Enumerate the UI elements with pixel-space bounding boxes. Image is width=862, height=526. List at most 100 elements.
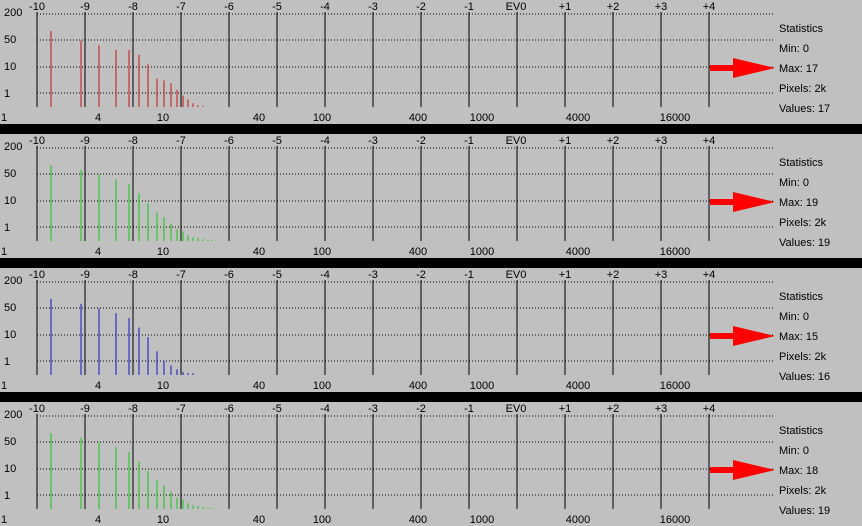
- ev-tick-label: +2: [607, 135, 620, 147]
- ev-tick-label: -8: [128, 135, 138, 147]
- x-tick-label: 40: [253, 246, 265, 258]
- ev-tick-label: -6: [224, 1, 234, 13]
- histogram-chart-green: -10 -9 -8 -7 -6 -5 -4 -3 -2 -1 EV0 +1 +2 +3 +4 200 50 10 1…: [1, 135, 775, 258]
- y-tick-label: 200: [4, 275, 22, 287]
- x-tick-label: 40: [253, 112, 265, 124]
- x-tick-label: 4: [95, 112, 101, 124]
- ev-tick-label: -8: [128, 269, 138, 281]
- y-tick-label: 1: [4, 88, 10, 100]
- statistics-box: Statistics Min: 0 Max: 15 Pixels: 2k Values:…: [779, 268, 862, 392]
- ev-tick-label: -5: [272, 1, 282, 13]
- x-tick-label: 1: [1, 380, 7, 392]
- right-arrow-icon: [710, 460, 775, 480]
- ev-tick-label: +4: [703, 1, 716, 13]
- histogram-panel-green: -10 -9 -8 -7 -6 -5 -4 -3 -2 -1 EV0 +1 +2 +3 +4 200 50 10 1…: [0, 134, 862, 258]
- ev-tick-label: +2: [607, 269, 620, 281]
- ev-tick-label: +3: [655, 1, 668, 13]
- x-tick-label: 10: [157, 514, 169, 526]
- x-tick-label: 4000: [566, 246, 590, 258]
- ev-tick-label: -4: [320, 135, 330, 147]
- ev-tick-label: -6: [224, 135, 234, 147]
- ev-tick-label: -3: [368, 403, 378, 415]
- ev-tick-label: -10: [29, 135, 45, 147]
- ev-tick-label: +3: [655, 269, 668, 281]
- ev-tick-label: -9: [80, 269, 90, 281]
- y-tick-label: 50: [4, 168, 16, 180]
- x-tick-label: 10: [157, 246, 169, 258]
- statistics-title: Statistics: [779, 157, 824, 169]
- statistics-title: Statistics: [779, 291, 824, 303]
- x-tick-label: 10: [157, 380, 169, 392]
- y-tick-label: 1: [4, 356, 10, 368]
- ev-tick-label: -4: [320, 1, 330, 13]
- ev-tick-label: -6: [224, 269, 234, 281]
- stat-max: Max: 18: [779, 465, 819, 477]
- stat-min: Min: 0: [779, 177, 809, 189]
- stat-values: Values: 16: [779, 371, 831, 383]
- x-tick-label: 10: [157, 112, 169, 124]
- ev-tick-label: -5: [272, 269, 282, 281]
- x-tick-label: 1: [1, 246, 7, 258]
- ev-tick-label: EV0: [506, 403, 527, 415]
- ev-tick-label: -2: [416, 269, 426, 281]
- stat-max: Max: 17: [779, 63, 819, 75]
- y-tick-label: 50: [4, 302, 16, 314]
- x-tick-label: 4000: [566, 112, 590, 124]
- x-tick-label: 100: [313, 514, 331, 526]
- x-tick-label: 1000: [470, 112, 494, 124]
- stat-min: Min: 0: [779, 311, 809, 323]
- ev-tick-label: +1: [559, 135, 572, 147]
- histogram-chart-luminance: -10 -9 -8 -7 -6 -5 -4 -3 -2 -1 EV0 +1 +2 +3 +4 200 50 10 1…: [1, 403, 775, 526]
- histogram-chart-red: -10 -9 -8 -7 -6 -5 -4 -3 -2 -1 EV0 +1 +2 +3 +4 200 50 10 1…: [1, 1, 775, 124]
- ev-tick-label: EV0: [506, 1, 527, 13]
- x-tick-label: 16000: [660, 380, 691, 392]
- statistics-box: Statistics Min: 0 Max: 18 Pixels: 2k Values:…: [779, 402, 862, 526]
- y-tick-label: 200: [4, 7, 22, 19]
- ev-tick-label: +1: [559, 269, 572, 281]
- y-tick-label: 200: [4, 409, 22, 421]
- ev-tick-label: +4: [703, 403, 716, 415]
- x-tick-label: 100: [313, 112, 331, 124]
- ev-tick-label: EV0: [506, 135, 527, 147]
- x-tick-label: 40: [253, 380, 265, 392]
- ev-tick-label: -1: [464, 1, 474, 13]
- ev-tick-label: +2: [607, 403, 620, 415]
- stat-values: Values: 17: [779, 103, 831, 115]
- y-tick-label: 10: [4, 195, 16, 207]
- ev-tick-label: +2: [607, 1, 620, 13]
- stat-pixels: Pixels: 2k: [779, 485, 827, 497]
- x-tick-label: 1: [1, 514, 7, 526]
- y-tick-label: 50: [4, 34, 16, 46]
- statistics-box: Statistics Min: 0 Max: 19 Pixels: 2k Values:…: [779, 134, 862, 258]
- stat-values: Values: 19: [779, 237, 831, 249]
- ev-tick-label: +1: [559, 403, 572, 415]
- ev-tick-label: -7: [176, 403, 186, 415]
- stat-min: Min: 0: [779, 43, 809, 55]
- ev-tick-label: +3: [655, 403, 668, 415]
- x-tick-label: 1000: [470, 514, 494, 526]
- y-tick-label: 10: [4, 463, 16, 475]
- ev-tick-label: -1: [464, 403, 474, 415]
- ev-tick-label: -3: [368, 269, 378, 281]
- y-tick-label: 200: [4, 141, 22, 153]
- ev-tick-label: +4: [703, 135, 716, 147]
- statistics-title: Statistics: [779, 425, 824, 437]
- histogram-panel-luminance: -10 -9 -8 -7 -6 -5 -4 -3 -2 -1 EV0 +1 +2 +3 +4 200 50 10 1…: [0, 402, 862, 526]
- x-tick-label: 4000: [566, 380, 590, 392]
- stat-values: Values: 19: [779, 505, 831, 517]
- ev-tick-label: -2: [416, 1, 426, 13]
- x-tick-label: 400: [409, 246, 427, 258]
- ev-tick-label: -3: [368, 135, 378, 147]
- ev-tick-label: -10: [29, 403, 45, 415]
- x-tick-label: 100: [313, 380, 331, 392]
- ev-tick-label: +3: [655, 135, 668, 147]
- ev-tick-label: -10: [29, 1, 45, 13]
- ev-tick-label: -8: [128, 1, 138, 13]
- stat-max: Max: 19: [779, 197, 819, 209]
- ev-tick-label: -2: [416, 135, 426, 147]
- right-arrow-icon: [710, 58, 775, 78]
- ev-tick-label: -4: [320, 403, 330, 415]
- ev-tick-label: -10: [29, 269, 45, 281]
- ev-tick-label: -9: [80, 135, 90, 147]
- statistics-title: Statistics: [779, 23, 824, 35]
